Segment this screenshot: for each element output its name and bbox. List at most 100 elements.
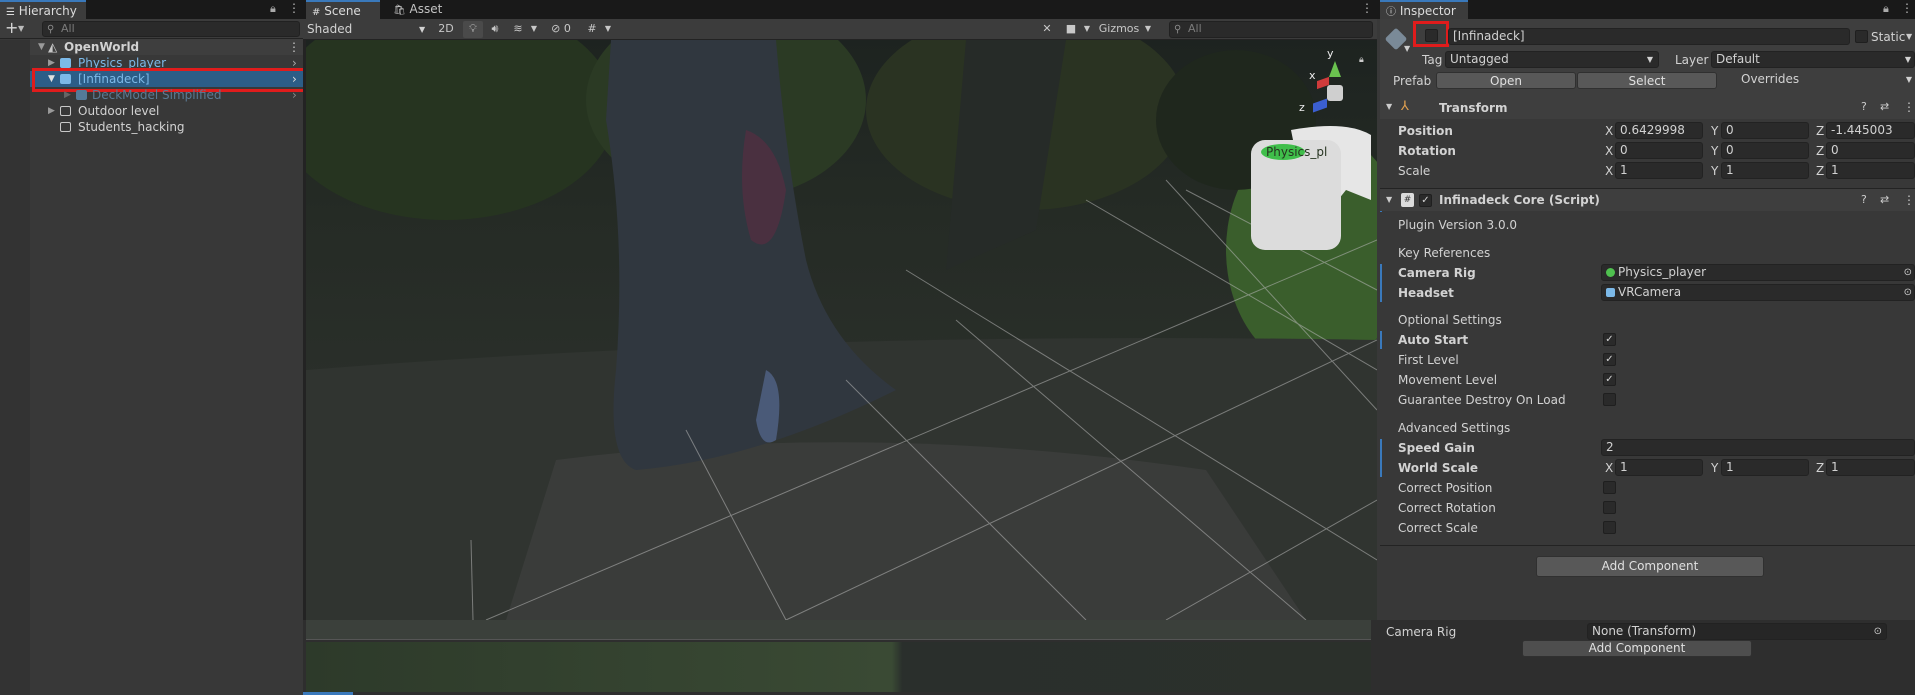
prefab-overrides-dropdown[interactable]: Overrides ▼ bbox=[1737, 72, 1915, 89]
more-icon[interactable]: ⋮ bbox=[1361, 1, 1373, 15]
correct-position-checkbox[interactable] bbox=[1603, 481, 1616, 494]
tab-hierarchy[interactable]: ☰ Hierarchy bbox=[0, 0, 86, 19]
help-icon[interactable]: ? bbox=[1861, 100, 1867, 113]
presets-icon[interactable]: ⇄ bbox=[1880, 193, 1889, 206]
object-picker-icon[interactable]: ⊙ bbox=[1904, 265, 1912, 280]
scene-root-row[interactable]: ▼ ◭ OpenWorld ⋮ bbox=[30, 39, 303, 55]
chevron-down-icon[interactable]: ▼ bbox=[38, 39, 45, 55]
lock-icon[interactable]: 🔒︎ bbox=[1359, 55, 1364, 65]
ghost-camera-rig-label: Camera Rig bbox=[1386, 625, 1457, 639]
camera-dropdown[interactable]: ▼ bbox=[1081, 21, 1093, 38]
headset-label: Headset bbox=[1398, 286, 1454, 300]
object-name-field[interactable]: [Infinadeck] bbox=[1448, 28, 1850, 45]
chevron-right-icon[interactable]: ▶ bbox=[64, 87, 71, 103]
camera-rig-label: Camera Rig bbox=[1398, 266, 1476, 280]
more-icon[interactable]: ⋮ bbox=[1903, 193, 1915, 207]
grid-dropdown[interactable]: ▼ bbox=[602, 21, 614, 38]
chevron-down-icon[interactable]: ▼ bbox=[1386, 195, 1392, 204]
position-y-field[interactable]: 0 bbox=[1721, 122, 1809, 139]
movement-level-label: Movement Level bbox=[1398, 373, 1498, 387]
shading-mode-dropdown[interactable]: Shaded ▼ bbox=[307, 21, 429, 38]
gameobject-cube-icon bbox=[60, 106, 71, 116]
more-icon[interactable]: ⋮ bbox=[288, 1, 300, 15]
scale-y-field[interactable]: 1 bbox=[1721, 162, 1809, 179]
static-checkbox[interactable] bbox=[1855, 30, 1868, 43]
world-scale-z-field[interactable]: 1 bbox=[1826, 459, 1915, 476]
chevron-down-icon[interactable]: ▼ bbox=[1906, 32, 1912, 41]
gizmos-button[interactable]: Gizmos bbox=[1096, 21, 1142, 38]
hierarchy-panel: ☰ Hierarchy 🔒︎ ⋮ + ▼ ⚲ All ▼ ◭ OpenWorld… bbox=[0, 0, 310, 695]
effects-toggle[interactable]: ≋ bbox=[508, 21, 528, 38]
presets-icon[interactable]: ⇄ bbox=[1880, 100, 1889, 113]
grid-toggle[interactable]: # bbox=[582, 21, 602, 38]
2d-toggle[interactable]: 2D bbox=[433, 21, 459, 38]
axis-y-label: y bbox=[1327, 47, 1334, 60]
more-icon[interactable]: ⋮ bbox=[1903, 100, 1915, 114]
camera-icon[interactable]: ■ bbox=[1061, 21, 1081, 38]
layer-dropdown[interactable]: Default ▼ bbox=[1711, 51, 1915, 68]
lock-icon[interactable]: 🔒︎ bbox=[1883, 2, 1889, 16]
scale-z-field[interactable]: 1 bbox=[1826, 162, 1915, 179]
effects-dropdown[interactable]: ▼ bbox=[528, 21, 540, 38]
auto-start-checkbox[interactable]: ✓ bbox=[1603, 333, 1616, 346]
first-level-label: First Level bbox=[1398, 353, 1459, 367]
chevron-right-icon[interactable]: ▶ bbox=[48, 103, 55, 119]
chevron-down-icon[interactable]: ▼ bbox=[1404, 44, 1410, 53]
lighting-toggle[interactable]: 💡︎ bbox=[463, 21, 483, 38]
correct-rotation-checkbox[interactable] bbox=[1603, 501, 1616, 514]
camera-rig-field[interactable]: Physics_player ⊙ bbox=[1601, 264, 1915, 281]
audio-toggle[interactable]: 🔊︎ bbox=[485, 21, 505, 38]
rotation-z-field[interactable]: 0 bbox=[1826, 142, 1915, 159]
list-item[interactable]: Students_hacking bbox=[30, 119, 303, 135]
movement-level-checkbox[interactable]: ✓ bbox=[1603, 373, 1616, 386]
headset-field[interactable]: VRCamera ⊙ bbox=[1601, 284, 1915, 301]
scene-viewport[interactable]: Physics_pl y x z 🔒︎ bbox=[306, 40, 1377, 620]
world-scale-label: World Scale bbox=[1398, 461, 1478, 475]
scene-menu-icon[interactable]: ⋮ bbox=[288, 39, 300, 55]
chevron-down-icon[interactable]: ▼ bbox=[1386, 102, 1392, 111]
chevron-right-icon[interactable]: › bbox=[292, 87, 297, 103]
tab-inspector[interactable]: ⓘ Inspector bbox=[1380, 0, 1468, 19]
correct-position-label: Correct Position bbox=[1398, 481, 1493, 495]
scene-search-input[interactable]: ⚲ All bbox=[1169, 21, 1373, 38]
prefab-open-button[interactable]: Open bbox=[1436, 72, 1576, 89]
tab-asset-store[interactable]: 🛍︎ Asset Store bbox=[387, 0, 477, 36]
lock-icon[interactable]: 🔒︎ bbox=[270, 2, 276, 16]
list-item[interactable]: ▶ DeckModel Simplified › bbox=[30, 87, 303, 103]
axis-y: Y bbox=[1711, 461, 1719, 475]
tag-dropdown[interactable]: Untagged ▼ bbox=[1445, 51, 1659, 68]
axis-x-label: x bbox=[1309, 69, 1316, 82]
help-icon[interactable]: ? bbox=[1861, 193, 1867, 206]
world-scale-y-field[interactable]: 1 bbox=[1721, 459, 1809, 476]
world-scale-x-field[interactable]: 1 bbox=[1615, 459, 1703, 476]
prefab-select-button[interactable]: Select bbox=[1577, 72, 1717, 89]
position-x-field[interactable]: 0.6429998 bbox=[1615, 122, 1703, 139]
tab-scene[interactable]: # Scene bbox=[306, 0, 380, 19]
component-enabled-checkbox[interactable]: ✓ bbox=[1419, 194, 1432, 207]
correct-scale-checkbox[interactable] bbox=[1603, 521, 1616, 534]
advanced-settings-heading: Advanced Settings bbox=[1398, 421, 1511, 435]
rotation-y-field[interactable]: 0 bbox=[1721, 142, 1809, 159]
tools-icon[interactable]: ✕ bbox=[1037, 21, 1057, 38]
more-icon[interactable]: ⋮ bbox=[1901, 1, 1913, 15]
hidden-objects-toggle[interactable]: ⊘ 0 bbox=[543, 21, 579, 38]
hierarchy-search-input[interactable]: ⚲ All bbox=[42, 21, 300, 37]
rotation-x-field[interactable]: 0 bbox=[1615, 142, 1703, 159]
add-button[interactable]: + bbox=[5, 19, 18, 37]
axis-y: Y bbox=[1711, 164, 1719, 178]
axis-z: Z bbox=[1816, 461, 1825, 475]
position-z-field[interactable]: -1.445003 bbox=[1826, 122, 1915, 139]
list-item[interactable]: ▶ Outdoor level bbox=[30, 103, 303, 119]
add-component-button[interactable]: Add Component bbox=[1536, 556, 1764, 577]
speed-gain-field[interactable]: 2 bbox=[1601, 439, 1915, 456]
chevron-down-icon[interactable]: ▼ bbox=[18, 24, 24, 33]
grid-icon: # bbox=[312, 7, 321, 18]
gizmos-dropdown[interactable]: ▼ bbox=[1142, 21, 1154, 38]
first-level-checkbox[interactable]: ✓ bbox=[1603, 353, 1616, 366]
scale-x-field[interactable]: 1 bbox=[1615, 162, 1703, 179]
guarantee-destroy-checkbox[interactable] bbox=[1603, 393, 1616, 406]
orientation-gizmo[interactable]: y x z 🔒︎ bbox=[1299, 45, 1369, 125]
chevron-down-icon: ▼ bbox=[419, 25, 426, 34]
object-picker-icon[interactable]: ⊙ bbox=[1904, 285, 1912, 300]
gizmo-center bbox=[1327, 85, 1343, 101]
